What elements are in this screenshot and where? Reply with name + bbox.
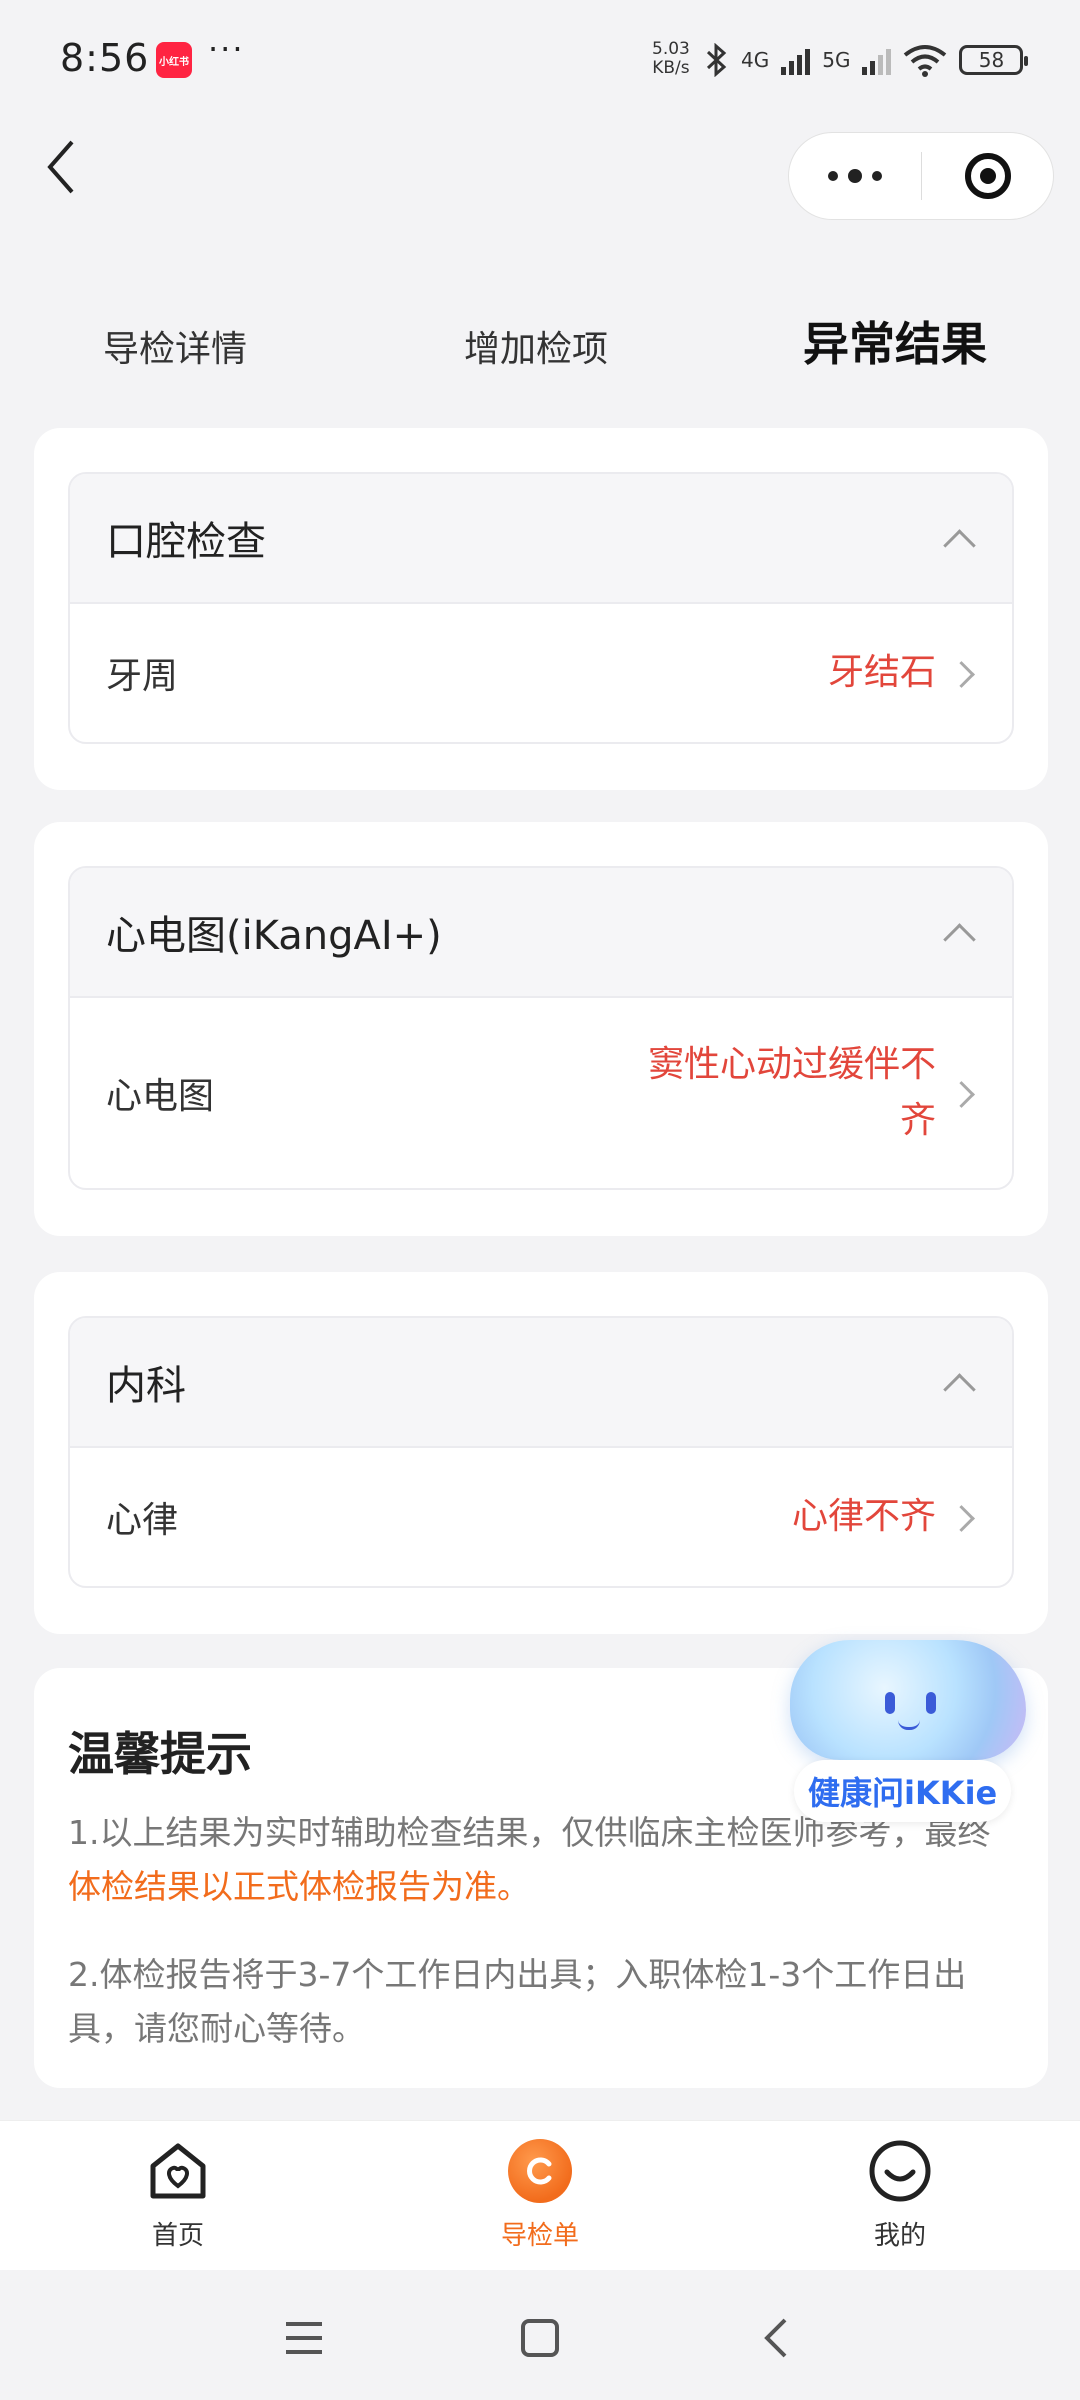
result-item-label: 牙周 [106, 656, 179, 697]
status-bar: 8:56 小红书 ··· 5.03 KB/s 4G 5G 58 [0, 0, 1080, 120]
tab-bar: 导检详情 增加检项 异常结果 [0, 270, 1080, 520]
nav-mine[interactable]: 我的 [800, 2135, 1000, 2252]
result-card: 口腔检查 牙周 牙结石 [34, 428, 1048, 790]
more-dot-icon [848, 169, 862, 183]
result-item-label: 心电图 [106, 1076, 215, 1117]
network-5g-label: 5G [822, 48, 851, 72]
wifi-icon [904, 45, 947, 77]
square-icon [521, 2319, 559, 2357]
chevron-up-icon [940, 914, 976, 950]
section-title: 内科 [106, 1363, 186, 1409]
status-time: 8:56 [60, 36, 150, 80]
section-header[interactable]: 口腔检查 [70, 474, 1012, 604]
battery-icon: 58 [959, 45, 1029, 75]
close-miniprogram-button[interactable] [922, 133, 1053, 219]
chevron-right-icon [952, 661, 976, 685]
net-speed: 5.03 KB/s [652, 40, 690, 78]
section-title: 心电图(iKangAI+) [106, 913, 442, 959]
result-item-value: 窦性心动过缓伴不 齐 [647, 1044, 936, 1141]
nav-guide[interactable]: 导检单 [440, 2135, 640, 2252]
result-item-value: 心律不齐 [791, 1496, 936, 1537]
back-button[interactable] [36, 132, 86, 202]
guide-icon [504, 2135, 576, 2207]
result-row[interactable]: 心电图 窦性心动过缓伴不 齐 [70, 998, 1012, 1188]
system-nav-bar [0, 2270, 1080, 2400]
tab-add-items[interactable]: 增加检项 [464, 320, 608, 372]
nav-mine-label: 我的 [873, 2221, 926, 2251]
xiaohongshu-app-icon: 小红书 [156, 42, 192, 78]
result-item-value: 牙结石 [827, 652, 936, 693]
chevron-up-icon [940, 520, 976, 556]
signal-4g-icon [781, 45, 811, 75]
result-section: 心电图(iKangAI+) 心电图 窦性心动过缓伴不 齐 [68, 866, 1014, 1190]
system-back-button[interactable] [746, 2308, 806, 2368]
tip-title: 温馨提示 [68, 1727, 252, 1781]
chevron-left-icon [47, 140, 74, 194]
nav-home[interactable]: 首页 [78, 2135, 278, 2252]
recent-apps-button[interactable] [274, 2308, 334, 2368]
result-card: 内科 心律 心律不齐 [34, 1272, 1048, 1634]
status-more-icon: ··· [208, 30, 245, 68]
status-icons: 4G 5G 58 [705, 38, 1029, 82]
result-section: 口腔检查 牙周 牙结石 [68, 472, 1014, 744]
section-header[interactable]: 心电图(iKangAI+) [70, 868, 1012, 998]
more-dot-icon [872, 171, 882, 181]
home-button[interactable] [510, 2308, 570, 2368]
cloud-mascot-icon [790, 1640, 1026, 1760]
result-card: 心电图(iKangAI+) 心电图 窦性心动过缓伴不 齐 [34, 822, 1048, 1236]
chevron-up-icon [940, 1364, 976, 1400]
result-section: 内科 心律 心律不齐 [68, 1316, 1014, 1588]
network-4g-label: 4G [741, 48, 770, 72]
nav-guide-label: 导检单 [500, 2221, 579, 2251]
battery-level: 58 [978, 48, 1005, 72]
chevron-left-icon [764, 2318, 787, 2358]
result-row[interactable]: 心律 心律不齐 [70, 1448, 1012, 1586]
home-heart-icon [142, 2135, 214, 2207]
target-icon [964, 153, 1011, 199]
result-item-label: 心律 [106, 1500, 179, 1541]
result-row[interactable]: 牙周 牙结石 [70, 604, 1012, 742]
nav-home-label: 首页 [151, 2221, 204, 2251]
signal-5g-icon [862, 45, 892, 75]
tab-abnormal-results[interactable]: 异常结果 [803, 308, 987, 374]
bottom-tab-bar: 首页 导检单 我的 [0, 2120, 1080, 2270]
section-title: 口腔检查 [106, 519, 266, 565]
section-header[interactable]: 内科 [70, 1318, 1012, 1448]
tab-guide-details[interactable]: 导检详情 [103, 320, 247, 372]
more-dot-icon [828, 171, 838, 181]
bluetooth-icon [706, 43, 727, 77]
chevron-right-icon [952, 1081, 976, 1105]
net-speed-unit: KB/s [652, 58, 690, 78]
header: 导检详情 增加检项 异常结果 [0, 120, 1080, 520]
miniprogram-capsule [788, 132, 1054, 220]
health-assistant-button[interactable]: 健康问iKKie [780, 1640, 1030, 1840]
tip-highlight: 体检结果以正式体检报告为准。 [68, 1867, 530, 1906]
more-options-button[interactable] [789, 133, 921, 219]
chevron-right-icon [952, 1505, 976, 1529]
menu-icon [286, 2322, 322, 2354]
net-speed-value: 5.03 [652, 39, 690, 59]
assistant-label: 健康问iKKie [794, 1760, 1012, 1822]
smile-icon [864, 2135, 936, 2207]
tip-paragraph-2: 2.体检报告将于3-7个工作日内出具；入职体检1-3个工作日出具，请您耐心等待。 [68, 1955, 967, 2048]
